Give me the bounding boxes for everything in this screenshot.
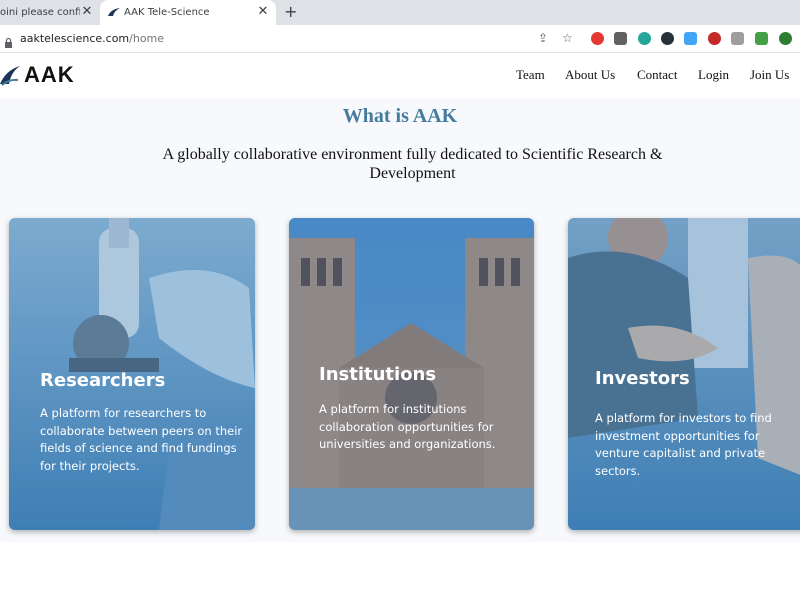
tab-label: oini please confirm <box>0 7 80 18</box>
lock-icon <box>4 33 13 52</box>
extension-icon[interactable] <box>638 32 651 45</box>
extension-icon[interactable] <box>614 32 627 45</box>
nav-join-us[interactable]: Join Us <box>750 67 789 83</box>
address-bar[interactable]: aaktelescience.com/home ⇪ ☆ <box>0 25 800 53</box>
opera-extension-icon[interactable] <box>591 32 604 45</box>
extension-icon[interactable] <box>708 32 721 45</box>
tab-other[interactable]: oini please confirm ✕ <box>0 0 98 25</box>
page-bottom <box>0 542 800 600</box>
extension-icon[interactable] <box>731 32 744 45</box>
url-text[interactable]: aaktelescience.com/home <box>20 32 164 45</box>
close-tab-icon[interactable]: ✕ <box>80 4 94 19</box>
site-logo[interactable]: AAK <box>0 62 75 88</box>
bookmark-star-icon[interactable]: ☆ <box>562 31 573 45</box>
researchers-card[interactable]: Researchers A platform for researchers t… <box>9 218 255 530</box>
section-subtitle: A globally collaborative environment ful… <box>162 146 663 182</box>
tab-label: AAK Tele-Science <box>124 7 210 18</box>
institutions-card[interactable]: Institutions A platform for institutions… <box>289 218 534 530</box>
extension-icon[interactable] <box>661 32 674 45</box>
share-icon[interactable]: ⇪ <box>538 31 548 45</box>
close-tab-icon[interactable]: ✕ <box>256 4 270 19</box>
favicon-icon <box>108 7 120 20</box>
browser-tab-strip: oini please confirm ✕ AAK Tele-Science ✕… <box>0 0 800 25</box>
nav-team[interactable]: Team <box>516 67 545 83</box>
logo-text: AAK <box>24 62 75 87</box>
extension-icon[interactable] <box>755 32 768 45</box>
card-title: Investors <box>595 368 690 389</box>
site-header <box>0 54 800 98</box>
card-description: A platform for researchers to collaborat… <box>40 406 243 473</box>
card-title: Institutions <box>319 364 437 385</box>
tab-active[interactable]: AAK Tele-Science ✕ <box>100 0 276 25</box>
card-description: A platform for investors to find investm… <box>595 411 772 478</box>
nav-login[interactable]: Login <box>698 67 729 83</box>
card-title: Researchers <box>40 370 166 391</box>
logo-sail-icon <box>0 66 20 86</box>
nav-contact[interactable]: Contact <box>637 67 677 83</box>
investors-card[interactable]: Investors A platform for investors to fi… <box>568 218 800 530</box>
translate-extension-icon[interactable] <box>684 32 697 45</box>
extension-icon[interactable] <box>779 32 792 45</box>
section-title: What is AAK <box>342 105 458 127</box>
nav-about-us[interactable]: About Us <box>565 67 615 83</box>
new-tab-icon[interactable]: + <box>284 2 297 21</box>
card-description: A platform for institutions collaboratio… <box>319 402 496 451</box>
